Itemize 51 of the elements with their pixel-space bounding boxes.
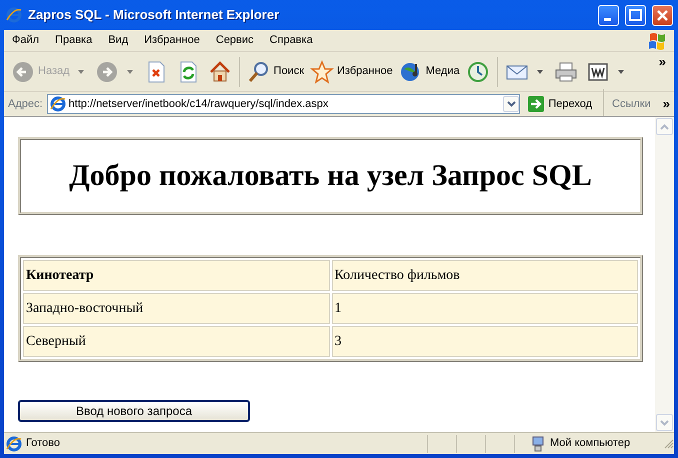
dropdown-button[interactable] <box>503 96 520 112</box>
maximize-button[interactable] <box>625 4 646 26</box>
menu-item[interactable]: Справка <box>262 32 321 49</box>
status-text: Готово <box>26 436 60 452</box>
menu-item[interactable]: Файл <box>4 32 48 49</box>
menu-item[interactable]: Вид <box>100 32 136 49</box>
clock-icon <box>466 60 490 84</box>
table-cell: 1 <box>332 293 638 324</box>
close-button[interactable] <box>652 4 673 26</box>
page-icon <box>6 436 22 452</box>
toolbar-button[interactable]: Медиа <box>396 58 463 86</box>
go-button[interactable]: Переход <box>524 93 596 115</box>
search-icon <box>246 60 271 84</box>
browser-icon <box>6 7 22 23</box>
resize-grip-icon <box>664 438 674 448</box>
address-label: Адрес: <box>8 96 43 112</box>
menu-item[interactable]: Правка <box>47 32 100 49</box>
caret-icon <box>76 68 85 74</box>
page-heading: Добро пожаловать на узел Запрос SQL <box>18 137 643 215</box>
caret-icon <box>126 68 134 74</box>
minimize-button[interactable] <box>598 4 619 26</box>
table-cell: Северный <box>23 326 330 357</box>
maximize-icon <box>629 9 642 21</box>
computer-icon <box>530 436 546 452</box>
caret-icon <box>616 68 625 74</box>
home-icon <box>208 60 232 84</box>
star-icon <box>310 60 334 84</box>
url-text: http://netserver/inetbook/c14/rawquery/sql/index.aspx <box>68 96 330 112</box>
overflow-chevron[interactable]: » <box>662 94 670 114</box>
menu-item[interactable]: Избранное <box>136 32 208 49</box>
printer-icon <box>554 60 578 84</box>
minimize-icon <box>604 18 610 21</box>
links-label[interactable]: Ссылки <box>612 96 651 112</box>
menu-item[interactable]: Сервис <box>208 32 262 49</box>
close-icon <box>657 10 668 20</box>
chevron-down-icon <box>506 101 516 107</box>
page-icon <box>50 96 66 112</box>
address-field[interactable]: http://netserver/inetbook/c14/rawquery/sql/index.aspx <box>46 94 520 114</box>
window-title: Zapros SQL - Microsoft Internet Explorer <box>28 6 280 24</box>
table-cell: Западно-восточный <box>23 293 330 324</box>
table-cell: 3 <box>332 326 638 357</box>
toolbar-button[interactable]: Поиск <box>244 58 308 86</box>
table-header-cell: Количество фильмов <box>332 260 638 291</box>
caret-icon <box>536 68 544 74</box>
overflow-chevron[interactable]: » <box>658 52 666 72</box>
chevron-up-icon <box>660 124 669 130</box>
new-query-button[interactable]: Ввод нового запроса <box>18 400 250 422</box>
chevron-down-icon <box>660 420 669 426</box>
table-header-cell: Кинотеатр <box>23 260 330 291</box>
zone-text: Мой компьютер <box>550 436 632 452</box>
toolbar-button[interactable]: Избранное <box>307 58 396 86</box>
